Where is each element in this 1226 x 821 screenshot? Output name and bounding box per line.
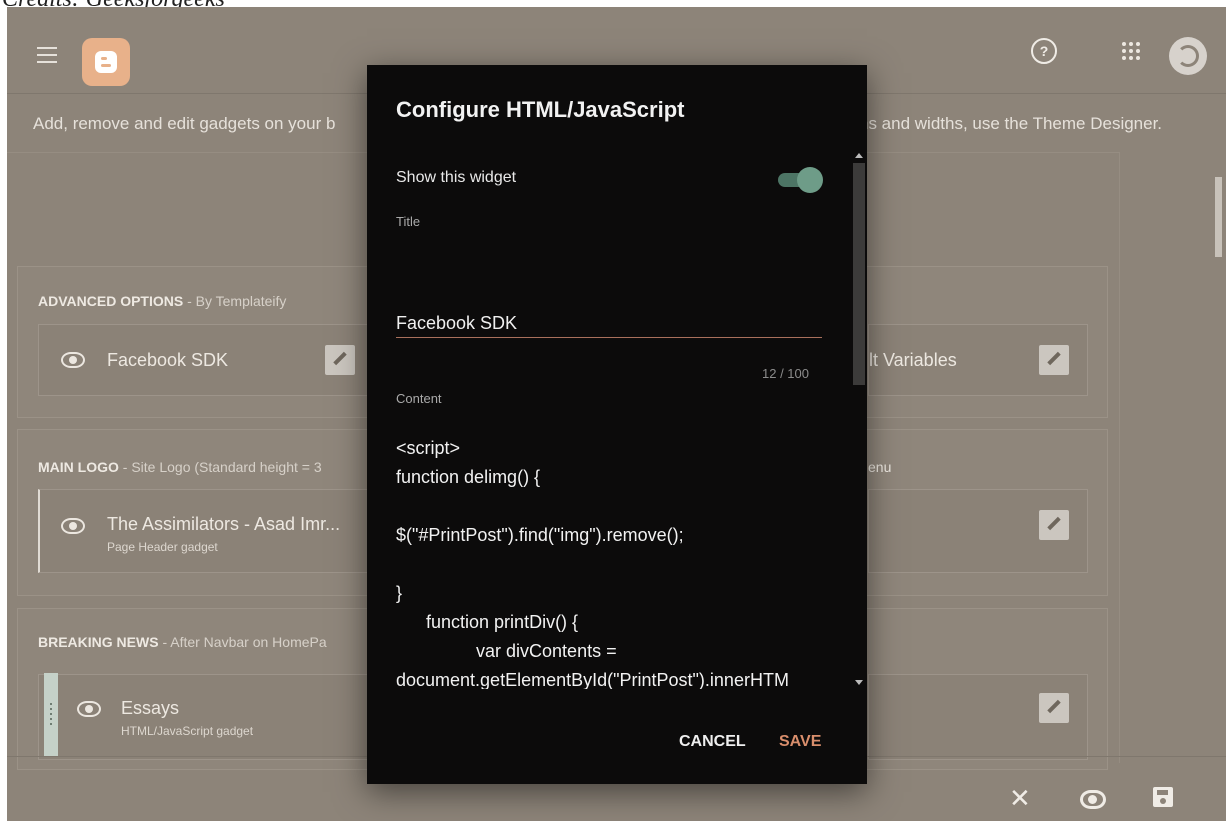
blogger-logo[interactable]	[82, 38, 130, 86]
toggle-knob[interactable]	[797, 167, 823, 193]
save-icon[interactable]	[1153, 787, 1173, 807]
scroll-down-icon[interactable]	[855, 680, 863, 685]
char-counter: 12 / 100	[762, 366, 809, 381]
drag-handle[interactable]	[44, 673, 58, 757]
gadget-title: Facebook SDK	[107, 350, 229, 370]
gadget-variables[interactable]: lt Variables	[868, 324, 1088, 396]
gadget-page-header[interactable]: The Assimilators - Asad Imr... Page Head…	[38, 489, 374, 573]
section-desc-tail: enu	[868, 459, 892, 475]
edit-icon[interactable]	[325, 345, 355, 375]
layout-description: Add, remove and edit gadgets on your b	[33, 114, 336, 133]
scroll-thumb[interactable]	[853, 163, 865, 385]
title-label: Title	[396, 214, 421, 229]
section-name: BREAKING NEWS	[38, 634, 159, 650]
gadget-title: The Assimilators - Asad Imr...	[107, 514, 341, 534]
title-input[interactable]	[396, 309, 822, 338]
save-button[interactable]: SAVE	[779, 733, 821, 751]
avatar[interactable]	[1169, 37, 1207, 75]
close-icon[interactable]: ✕	[1009, 785, 1031, 811]
edit-icon[interactable]	[1039, 510, 1069, 540]
apps-grid-icon[interactable]	[1122, 42, 1140, 60]
section-title: MAIN LOGO - Site Logo (Standard height =…	[38, 459, 322, 475]
section-name: MAIN LOGO	[38, 459, 119, 475]
layout-description-tail: ns and widths, use the Theme Designer.	[859, 114, 1163, 133]
content-label: Content	[396, 391, 442, 406]
gadget-right[interactable]	[868, 674, 1088, 760]
edit-icon[interactable]	[1039, 345, 1069, 375]
dialog-body: Show this widget Title 12 / 100 Content …	[367, 149, 867, 689]
dialog-scrollbar[interactable]	[851, 149, 865, 689]
eye-icon[interactable]	[61, 352, 85, 368]
gadget-facebook-sdk[interactable]: Facebook SDK	[38, 324, 373, 396]
section-title: BREAKING NEWS - After Navbar on HomePa	[38, 634, 327, 650]
configure-html-dialog: Configure HTML/JavaScript Show this widg…	[367, 65, 867, 784]
gadget-essays[interactable]: Essays HTML/JavaScript gadget	[38, 674, 373, 760]
eye-icon[interactable]	[1080, 790, 1106, 809]
page-scrollbar[interactable]	[1213, 162, 1223, 757]
gadget-type: Page Header gadget	[107, 540, 218, 554]
hamburger-icon[interactable]	[37, 47, 57, 68]
gadget-type: HTML/JavaScript gadget	[121, 724, 254, 738]
section-desc: - Site Logo (Standard height = 3	[118, 459, 322, 475]
gadget-menu[interactable]	[868, 489, 1088, 573]
edit-icon[interactable]	[1039, 693, 1069, 723]
eye-icon[interactable]	[61, 518, 85, 534]
gadget-title: lt Variables	[869, 350, 957, 370]
content-textarea[interactable]: <script> function delimg() { $("#PrintPo…	[396, 434, 824, 689]
dialog-title: Configure HTML/JavaScript	[396, 97, 685, 122]
show-widget-label: Show this widget	[396, 169, 517, 186]
section-name: ADVANCED OPTIONS	[38, 293, 184, 309]
section-desc: - After Navbar on HomePa	[158, 634, 327, 650]
help-icon[interactable]: ?	[1031, 38, 1057, 64]
section-desc: - By Templateify	[183, 293, 287, 309]
eye-icon[interactable]	[77, 701, 101, 717]
gadget-title: Essays	[121, 698, 180, 718]
scroll-up-icon[interactable]	[855, 153, 863, 158]
cancel-button[interactable]: CANCEL	[679, 733, 746, 751]
section-title: ADVANCED OPTIONS - By Templateify	[38, 293, 286, 309]
